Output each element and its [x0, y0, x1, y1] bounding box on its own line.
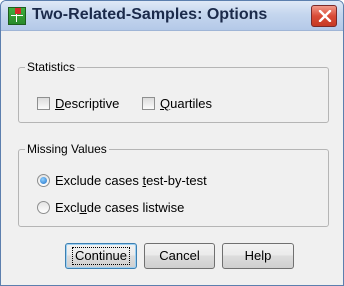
cancel-button-label: Cancel [159, 248, 200, 263]
statistics-legend: Statistics [25, 60, 78, 74]
cancel-button[interactable]: Cancel [144, 243, 215, 269]
options-dialog: Two-Related-Samples: Options Statistics … [0, 0, 344, 286]
title-bar[interactable]: Two-Related-Samples: Options [1, 1, 343, 31]
statistics-group: Statistics Descriptive Quartiles [18, 60, 329, 123]
missing-values-group: Missing Values Exclude cases test-by-tes… [18, 142, 329, 227]
quartiles-option[interactable]: Quartiles [142, 96, 212, 111]
quartiles-checkbox[interactable] [142, 97, 155, 110]
help-button-label: Help [244, 248, 272, 263]
exclude-listwise-label: Exclude cases listwise [55, 200, 185, 215]
descriptive-label: Descriptive [55, 96, 120, 111]
descriptive-option[interactable]: Descriptive [37, 96, 119, 111]
exclude-listwise-option[interactable]: Exclude cases listwise [37, 200, 184, 215]
close-button[interactable] [311, 5, 337, 27]
exclude-test-by-test-label: Exclude cases test-by-test [55, 173, 207, 188]
close-icon [318, 10, 332, 22]
missing-values-legend: Missing Values [25, 142, 109, 156]
exclude-listwise-radio[interactable] [37, 201, 50, 214]
app-icon [8, 7, 26, 25]
exclude-test-by-test-radio[interactable] [37, 174, 50, 187]
continue-button[interactable]: Continue [65, 243, 137, 269]
quartiles-label: Quartiles [160, 96, 213, 111]
dialog-title: Two-Related-Samples: Options [32, 6, 268, 23]
descriptive-checkbox[interactable] [37, 97, 50, 110]
continue-button-label: Continue [71, 247, 131, 265]
exclude-test-by-test-option[interactable]: Exclude cases test-by-test [37, 173, 207, 188]
help-button[interactable]: Help [222, 243, 294, 269]
